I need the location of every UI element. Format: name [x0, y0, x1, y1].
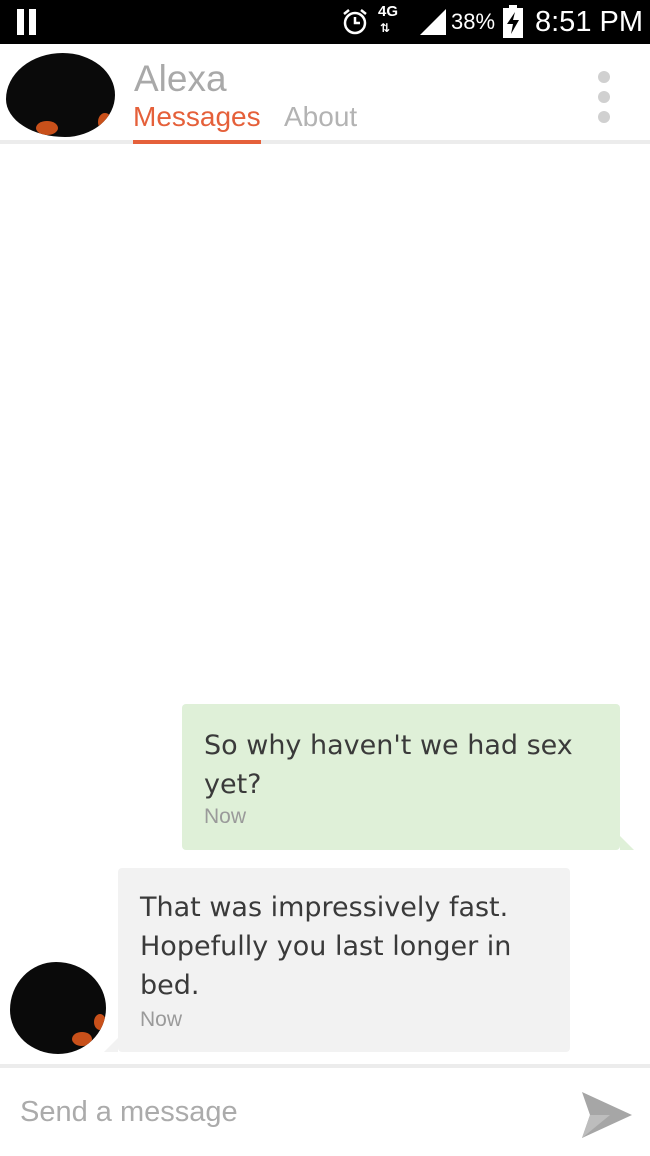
battery-percent: 38% — [451, 9, 496, 34]
contact-name: Alexa — [134, 58, 227, 99]
message-input[interactable] — [20, 1088, 540, 1136]
active-tab-indicator — [133, 140, 261, 144]
bubble-tail — [104, 1038, 118, 1052]
tab-messages[interactable]: Messages — [133, 100, 261, 144]
data-arrows-icon: ⇅ — [380, 21, 391, 35]
incoming-message[interactable]: That was impressively fast. Hopefully yo… — [104, 868, 570, 1052]
status-clock: 8:51 PM — [535, 6, 643, 38]
more-vertical-icon[interactable] — [592, 71, 616, 123]
message-timestamp: Now — [140, 1008, 183, 1031]
network-label: 4G — [378, 3, 399, 20]
battery-charging-icon — [503, 5, 523, 38]
send-icon[interactable] — [580, 1090, 634, 1140]
contact-avatar[interactable] — [6, 53, 115, 137]
network-indicator: 4G ⇅ — [378, 4, 418, 40]
tab-about[interactable]: About — [284, 100, 357, 134]
status-bar: 4G ⇅ 38% 8:51 PM — [0, 0, 650, 44]
message-composer — [0, 1064, 650, 1156]
outgoing-message[interactable]: So why haven't we had sex yet? Now — [182, 704, 634, 850]
message-timestamp: Now — [204, 805, 247, 828]
chat-screen: 4G ⇅ 38% 8:51 PM Alexa Messages About So… — [0, 0, 650, 1156]
message-text: So why haven't we had sex yet? — [204, 730, 573, 800]
tab-messages-label: Messages — [133, 101, 261, 132]
pause-icon — [17, 9, 39, 35]
sender-avatar[interactable] — [10, 962, 106, 1054]
bubble-tail — [620, 836, 634, 850]
message-list[interactable]: So why haven't we had sex yet? Now That … — [0, 148, 650, 1064]
message-text: That was impressively fast. Hopefully yo… — [140, 892, 512, 1001]
alarm-icon — [343, 9, 367, 35]
signal-icon — [420, 9, 446, 35]
conversation-header: Alexa Messages About — [0, 44, 650, 144]
